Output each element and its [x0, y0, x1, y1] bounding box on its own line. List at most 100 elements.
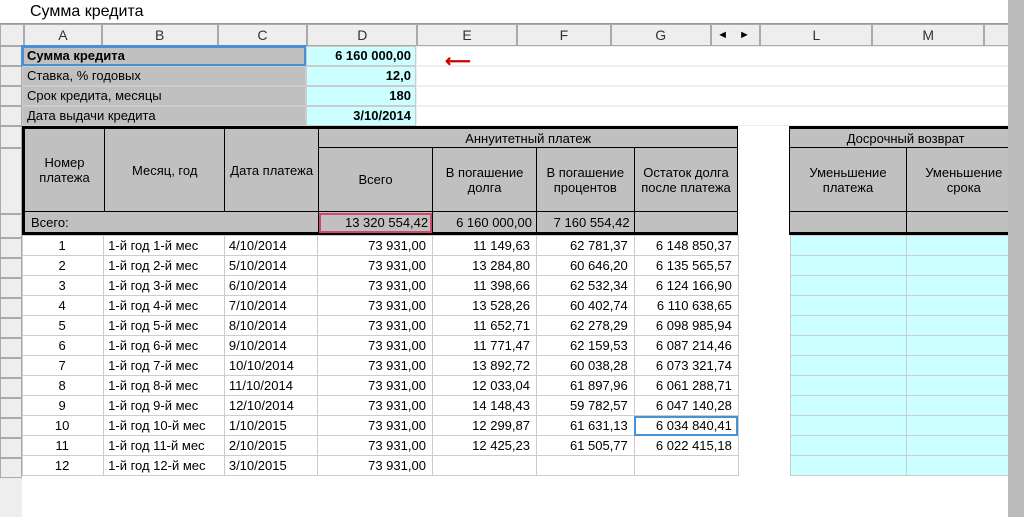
- row-reduce-term[interactable]: [907, 236, 1024, 256]
- row-interest[interactable]: 62 781,37: [536, 236, 634, 256]
- row-reduce-pay[interactable]: [790, 276, 907, 296]
- row-header[interactable]: [0, 358, 22, 378]
- row-month-year[interactable]: 1-й год 6-й мес: [104, 336, 225, 356]
- row-interest[interactable]: [536, 456, 634, 476]
- row-principal[interactable]: 14 148,43: [432, 396, 536, 416]
- row-reduce-pay[interactable]: [790, 376, 907, 396]
- row-header[interactable]: [0, 46, 22, 66]
- row-header[interactable]: [0, 214, 22, 238]
- totals-principal[interactable]: 6 160 000,00: [433, 212, 537, 234]
- row-interest[interactable]: 61 897,96: [536, 376, 634, 396]
- row-date[interactable]: 8/10/2014: [224, 316, 318, 336]
- row-header[interactable]: [0, 258, 22, 278]
- row-header[interactable]: [0, 378, 22, 398]
- row-reduce-term[interactable]: [907, 416, 1024, 436]
- row-date[interactable]: 6/10/2014: [224, 276, 318, 296]
- row-total[interactable]: 73 931,00: [318, 376, 432, 396]
- row-total[interactable]: 73 931,00: [318, 296, 432, 316]
- row-principal[interactable]: 13 892,72: [432, 356, 536, 376]
- row-reduce-pay[interactable]: [790, 316, 907, 336]
- row-header[interactable]: [0, 238, 22, 258]
- row-reduce-pay[interactable]: [790, 296, 907, 316]
- row-balance[interactable]: 6 135 565,57: [634, 256, 738, 276]
- row-header[interactable]: [0, 318, 22, 338]
- row-num[interactable]: 1: [23, 236, 104, 256]
- row-interest[interactable]: 61 505,77: [536, 436, 634, 456]
- row-principal[interactable]: 11 652,71: [432, 316, 536, 336]
- col-header-a[interactable]: A: [24, 24, 102, 46]
- col-header-d[interactable]: D: [307, 24, 417, 46]
- row-balance[interactable]: 6 098 985,94: [634, 316, 738, 336]
- row-reduce-pay[interactable]: [790, 356, 907, 376]
- param-date-label[interactable]: Дата выдачи кредита: [22, 106, 306, 126]
- row-total[interactable]: 73 931,00: [318, 436, 432, 456]
- row-total[interactable]: 73 931,00: [318, 416, 432, 436]
- row-interest[interactable]: 62 278,29: [536, 316, 634, 336]
- row-date[interactable]: 11/10/2014: [224, 376, 318, 396]
- col-header-c[interactable]: C: [218, 24, 308, 46]
- row-month-year[interactable]: 1-й год 1-й мес: [104, 236, 225, 256]
- row-reduce-term[interactable]: [907, 396, 1024, 416]
- hidden-columns-indicator[interactable]: ◄ ►: [711, 24, 761, 46]
- row-principal[interactable]: 11 149,63: [432, 236, 536, 256]
- row-balance[interactable]: 6 087 214,46: [634, 336, 738, 356]
- col-header-g[interactable]: G: [611, 24, 711, 46]
- row-reduce-pay[interactable]: [790, 396, 907, 416]
- empty-cell[interactable]: [416, 86, 1024, 106]
- row-balance[interactable]: 6 148 850,37: [634, 236, 738, 256]
- row-num[interactable]: 11: [23, 436, 104, 456]
- row-total[interactable]: 73 931,00: [318, 316, 432, 336]
- row-month-year[interactable]: 1-й год 9-й мес: [104, 396, 225, 416]
- empty-cell[interactable]: [416, 106, 1024, 126]
- row-date[interactable]: 1/10/2015: [224, 416, 318, 436]
- row-num[interactable]: 10: [23, 416, 104, 436]
- row-num[interactable]: 9: [23, 396, 104, 416]
- row-balance[interactable]: 6 110 638,65: [634, 296, 738, 316]
- param-rate-label[interactable]: Ставка, % годовых: [22, 66, 306, 86]
- row-total[interactable]: 73 931,00: [318, 456, 432, 476]
- row-reduce-pay[interactable]: [790, 256, 907, 276]
- row-month-year[interactable]: 1-й год 4-й мес: [104, 296, 225, 316]
- row-total[interactable]: 73 931,00: [318, 236, 432, 256]
- spreadsheet-grid[interactable]: ⟵ Сумма кредита 6 160 000,00 Ставка, % г…: [22, 46, 1024, 517]
- row-interest[interactable]: 61 631,13: [536, 416, 634, 436]
- param-term-value[interactable]: 180: [306, 86, 416, 106]
- row-header[interactable]: [0, 278, 22, 298]
- row-month-year[interactable]: 1-й год 2-й мес: [104, 256, 225, 276]
- row-principal[interactable]: 11 771,47: [432, 336, 536, 356]
- row-principal[interactable]: 13 528,26: [432, 296, 536, 316]
- row-interest[interactable]: 60 646,20: [536, 256, 634, 276]
- row-principal[interactable]: [432, 456, 536, 476]
- row-header[interactable]: [0, 338, 22, 358]
- row-reduce-term[interactable]: [907, 316, 1024, 336]
- row-num[interactable]: 7: [23, 356, 104, 376]
- row-reduce-term[interactable]: [907, 276, 1024, 296]
- row-interest[interactable]: 60 038,28: [536, 356, 634, 376]
- row-reduce-term[interactable]: [907, 336, 1024, 356]
- row-header[interactable]: [0, 126, 22, 148]
- param-date-value[interactable]: 3/10/2014: [306, 106, 416, 126]
- param-amount-value[interactable]: 6 160 000,00: [306, 46, 416, 66]
- row-interest[interactable]: 60 402,74: [536, 296, 634, 316]
- row-principal[interactable]: 11 398,66: [432, 276, 536, 296]
- row-num[interactable]: 6: [23, 336, 104, 356]
- row-date[interactable]: 7/10/2014: [224, 296, 318, 316]
- row-num[interactable]: 8: [23, 376, 104, 396]
- row-total[interactable]: 73 931,00: [318, 396, 432, 416]
- row-num[interactable]: 2: [23, 256, 104, 276]
- corner-cell[interactable]: [0, 24, 24, 46]
- empty-cell[interactable]: [416, 66, 1024, 86]
- row-num[interactable]: 5: [23, 316, 104, 336]
- row-date[interactable]: 9/10/2014: [224, 336, 318, 356]
- row-total[interactable]: 73 931,00: [318, 276, 432, 296]
- row-date[interactable]: 10/10/2014: [224, 356, 318, 376]
- row-reduce-term[interactable]: [907, 296, 1024, 316]
- row-principal[interactable]: 13 284,80: [432, 256, 536, 276]
- row-principal[interactable]: 12 033,04: [432, 376, 536, 396]
- col-header-f[interactable]: F: [517, 24, 611, 46]
- row-month-year[interactable]: 1-й год 7-й мес: [104, 356, 225, 376]
- param-rate-value[interactable]: 12,0: [306, 66, 416, 86]
- row-reduce-term[interactable]: [907, 456, 1024, 476]
- row-header[interactable]: [0, 458, 22, 478]
- row-header[interactable]: [0, 148, 22, 214]
